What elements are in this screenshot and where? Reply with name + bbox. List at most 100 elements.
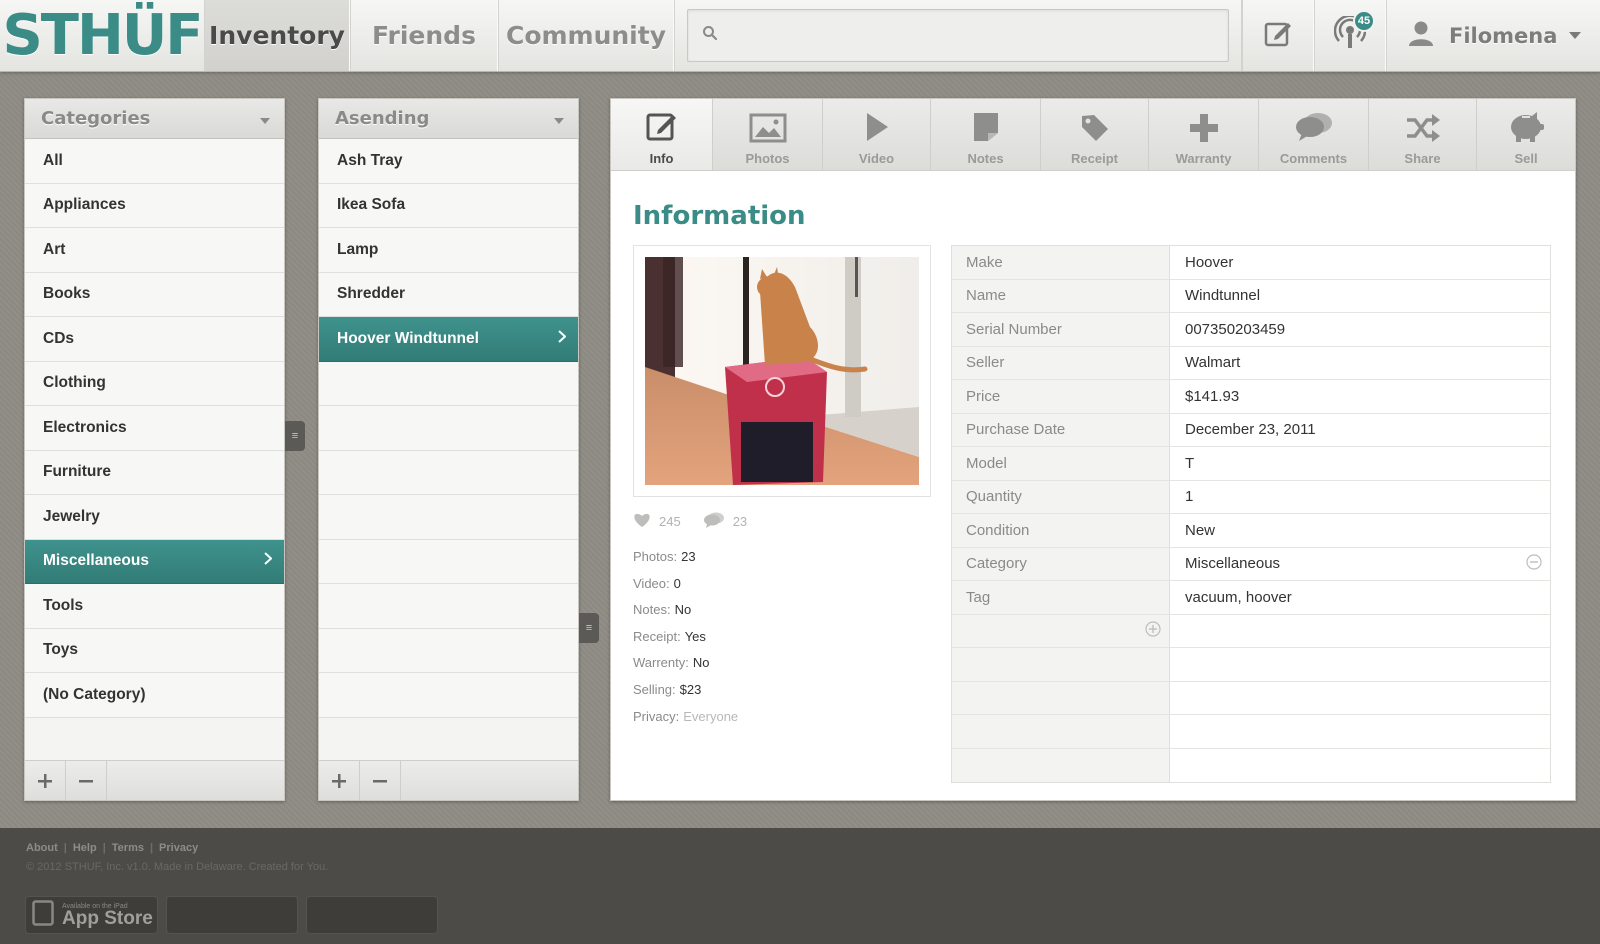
comment-icon[interactable] <box>703 512 725 531</box>
detail-panel: Info Photos Video Notes Receipt Warranty… <box>610 98 1576 801</box>
logo[interactable]: STHÜF <box>0 0 204 71</box>
store-badge-placeholder[interactable] <box>166 896 298 934</box>
list-item-empty <box>319 450 578 495</box>
summary-value: Yes <box>684 628 706 644</box>
field-value[interactable]: T <box>1170 447 1550 480</box>
category-item-no-category[interactable]: (No Category) <box>25 673 284 718</box>
item-fields-table: Make Hoover Name Windtunnel Serial Number 0… <box>951 245 1551 783</box>
field-value[interactable]: Miscellaneous <box>1170 548 1550 581</box>
item-hoover-windtunnel[interactable]: Hoover Windtunnel <box>319 317 578 362</box>
category-item-toys[interactable]: Toys <box>25 628 284 673</box>
compose-icon <box>1263 18 1293 53</box>
category-item-tools[interactable]: Tools <box>25 584 284 629</box>
list-item-empty <box>319 584 578 629</box>
category-label: Toys <box>43 641 79 659</box>
footer-link-help[interactable]: Help <box>73 842 97 854</box>
category-item-miscellaneous[interactable]: Miscellaneous <box>25 539 284 584</box>
field-value[interactable]: 007350203459 <box>1170 313 1550 346</box>
add-category-button[interactable] <box>25 761 66 800</box>
summary-row: Video: 0 <box>633 571 738 598</box>
item-shredder[interactable]: Shredder <box>319 272 578 317</box>
tab-sell[interactable]: Sell <box>1477 99 1575 170</box>
item-lamp[interactable]: Lamp <box>319 228 578 273</box>
privacy-value[interactable]: Everyone <box>683 704 738 731</box>
field-key: Tag <box>952 581 1170 614</box>
user-menu[interactable]: Filomena <box>1386 0 1600 71</box>
footer: About | Help | Terms | Privacy © 2012 STHUF… <box>0 828 1600 944</box>
field-value[interactable]: New <box>1170 514 1550 547</box>
category-item-books[interactable]: Books <box>25 272 284 317</box>
summary-value: 23 <box>681 549 696 564</box>
add-item-button[interactable] <box>319 761 360 800</box>
store-badge-placeholder[interactable] <box>306 896 438 934</box>
item-ash-tray[interactable]: Ash Tray <box>319 139 578 184</box>
tab-notes[interactable]: Notes <box>931 99 1041 170</box>
search-input[interactable] <box>728 10 1228 61</box>
field-value[interactable]: December 23, 2011 <box>1170 414 1550 447</box>
summary-row: Warrenty: No <box>633 650 738 677</box>
tab-warranty[interactable]: Warranty <box>1149 99 1259 170</box>
item-photo-frame[interactable] <box>633 245 931 497</box>
field-key: Seller <box>952 346 1170 379</box>
field-value-text: December 23, 2011 <box>1185 421 1316 439</box>
category-label: Books <box>43 285 91 303</box>
remove-field-icon[interactable] <box>1526 554 1542 574</box>
category-item-art[interactable]: Art <box>25 228 284 273</box>
summary-label: Privacy: <box>633 708 680 724</box>
field-key: Serial Number <box>952 313 1170 346</box>
field-value[interactable]: Hoover <box>1170 246 1550 279</box>
footer-link-terms[interactable]: Terms <box>112 842 144 854</box>
categories-panel: Categories All Appliances Art Books CDs … <box>24 98 285 801</box>
list-item-empty <box>319 406 578 451</box>
tab-label: Receipt <box>1071 151 1118 166</box>
nav-tab-inventory[interactable]: Inventory <box>204 0 350 71</box>
category-item-all[interactable]: All <box>25 139 284 184</box>
category-item-clothing[interactable]: Clothing <box>25 361 284 406</box>
category-item-cds[interactable]: CDs <box>25 317 284 362</box>
tab-receipt[interactable]: Receipt <box>1041 99 1149 170</box>
resize-handle[interactable]: ≡ <box>285 421 305 451</box>
category-item-electronics[interactable]: Electronics <box>25 406 284 451</box>
item-stats: 245 23 <box>633 512 769 531</box>
remove-category-button[interactable] <box>66 761 107 800</box>
remove-item-button[interactable] <box>360 761 401 800</box>
field-key-empty <box>952 648 1170 681</box>
footer-link-about[interactable]: About <box>26 842 58 854</box>
tab-video[interactable]: Video <box>823 99 931 170</box>
field-value[interactable]: Windtunnel <box>1170 280 1550 313</box>
field-value[interactable]: vacuum, hoover <box>1170 581 1550 614</box>
tab-label: Comments <box>1279 151 1348 166</box>
nav-tab-friends[interactable]: Friends <box>350 0 498 71</box>
footer-links: About | Help | Terms | Privacy <box>26 842 199 854</box>
add-field-icon[interactable] <box>1145 621 1161 641</box>
field-value[interactable]: Walmart <box>1170 347 1550 380</box>
tab-comments[interactable]: Comments <box>1259 99 1369 170</box>
tab-info[interactable]: Info <box>611 99 713 170</box>
field-value-text: Miscellaneous <box>1185 555 1281 573</box>
field-value-empty <box>1170 715 1550 748</box>
table-row <box>952 748 1550 782</box>
category-item-furniture[interactable]: Furniture <box>25 450 284 495</box>
nav-tab-community[interactable]: Community <box>498 0 674 71</box>
category-item-appliances[interactable]: Appliances <box>25 183 284 228</box>
chevron-down-icon <box>1568 27 1582 45</box>
play-icon <box>866 113 888 141</box>
footer-link-privacy[interactable]: Privacy <box>159 842 198 854</box>
table-row: Purchase Date December 23, 2011 <box>952 413 1550 447</box>
item-ikea-sofa[interactable]: Ikea Sofa <box>319 183 578 228</box>
category-item-jewelry[interactable]: Jewelry <box>25 495 284 540</box>
app-store-badge[interactable]: Available on the iPad App Store <box>25 896 158 934</box>
item-label: Shredder <box>337 285 406 303</box>
field-value[interactable]: $141.93 <box>1170 380 1550 413</box>
tab-photos[interactable]: Photos <box>713 99 823 170</box>
categories-dropdown[interactable]: Categories <box>25 99 284 139</box>
field-value[interactable]: 1 <box>1170 481 1550 514</box>
field-key-empty <box>952 614 1170 647</box>
tab-share[interactable]: Share <box>1369 99 1477 170</box>
category-label: Art <box>43 240 66 258</box>
sort-dropdown[interactable]: Asending <box>319 99 578 139</box>
heart-icon[interactable] <box>633 512 651 531</box>
notifications-button[interactable]: 45 <box>1314 0 1386 71</box>
resize-handle[interactable]: ≡ <box>579 613 599 643</box>
compose-button[interactable] <box>1242 0 1314 71</box>
